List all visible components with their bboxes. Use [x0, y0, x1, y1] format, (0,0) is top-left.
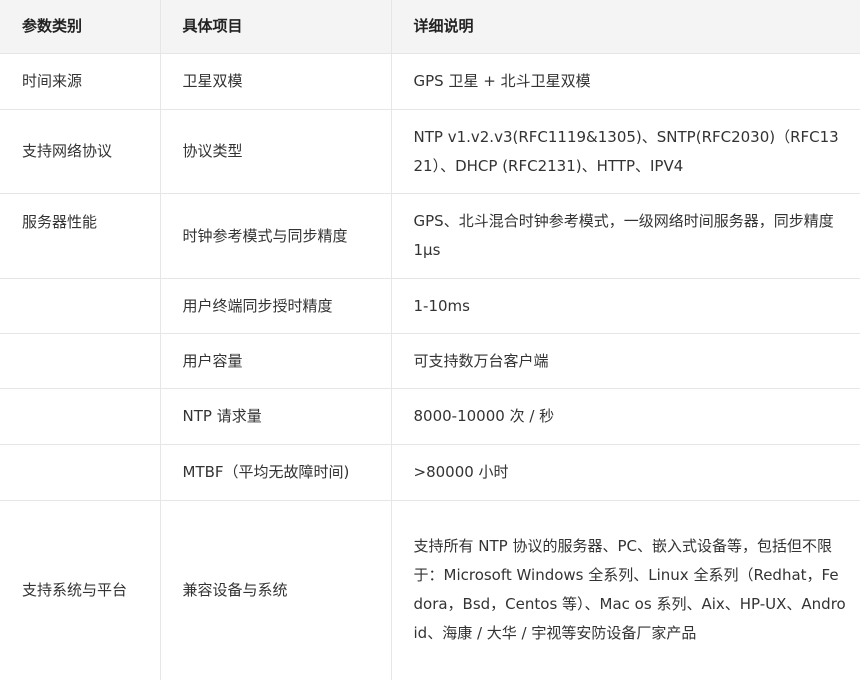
category-cell: 时间来源 [0, 53, 160, 110]
table-row: 用户终端同步授时精度 1-10ms [0, 278, 860, 334]
table-row: 时间来源 卫星双模 GPS 卫星 + 北斗卫星双模 [0, 53, 860, 110]
item-cell: NTP 请求量 [159, 388, 391, 445]
table-row: NTP 请求量 8000-10000 次 / 秒 [0, 388, 860, 445]
table-row: 支持系统与平台 兼容设备与系统 支持所有 NTP 协议的服务器、PC、嵌入式设备… [0, 500, 860, 680]
item-cell: 用户容量 [159, 333, 391, 389]
table-header-row: 参数类别 具体项目 详细说明 [0, 0, 860, 54]
item-cell: 兼容设备与系统 [159, 500, 391, 680]
header-item: 具体项目 [159, 0, 391, 54]
detail-cell: NTP v1.v2.v3(RFC1119&1305)、SNTP(RFC2030)… [390, 109, 860, 194]
item-cell: 时钟参考模式与同步精度 [159, 193, 391, 279]
detail-cell: >80000 小时 [390, 444, 860, 501]
header-category: 参数类别 [0, 0, 160, 54]
detail-cell: GPS、北斗混合时钟参考模式，一级网络时间服务器，同步精度 1μs [390, 193, 860, 279]
table-row: 支持网络协议 协议类型 NTP v1.v2.v3(RFC1119&1305)、S… [0, 109, 860, 194]
category-cell [0, 444, 160, 501]
item-cell: MTBF（平均无故障时间) [159, 444, 391, 501]
header-detail: 详细说明 [390, 0, 860, 54]
item-cell: 协议类型 [159, 109, 391, 194]
table-row: MTBF（平均无故障时间) >80000 小时 [0, 444, 860, 501]
category-cell: 支持网络协议 [0, 109, 160, 194]
detail-cell: 1-10ms [390, 278, 860, 334]
table-row: 服务器性能 时钟参考模式与同步精度 GPS、北斗混合时钟参考模式，一级网络时间服… [0, 193, 860, 279]
category-cell: 服务器性能 [0, 193, 160, 279]
detail-cell: GPS 卫星 + 北斗卫星双模 [390, 53, 860, 110]
item-cell: 用户终端同步授时精度 [159, 278, 391, 334]
category-cell [0, 333, 160, 389]
detail-cell: 可支持数万台客户端 [390, 333, 860, 389]
detail-cell: 支持所有 NTP 协议的服务器、PC、嵌入式设备等，包括但不限于：Microso… [390, 500, 860, 680]
category-cell [0, 278, 160, 334]
detail-cell: 8000-10000 次 / 秒 [390, 388, 860, 445]
table-row: 用户容量 可支持数万台客户端 [0, 333, 860, 389]
spec-table: 参数类别 具体项目 详细说明 时间来源 卫星双模 GPS 卫星 + 北斗卫星双模… [0, 0, 860, 680]
item-cell: 卫星双模 [159, 53, 391, 110]
category-cell [0, 388, 160, 445]
category-cell: 支持系统与平台 [0, 500, 160, 680]
